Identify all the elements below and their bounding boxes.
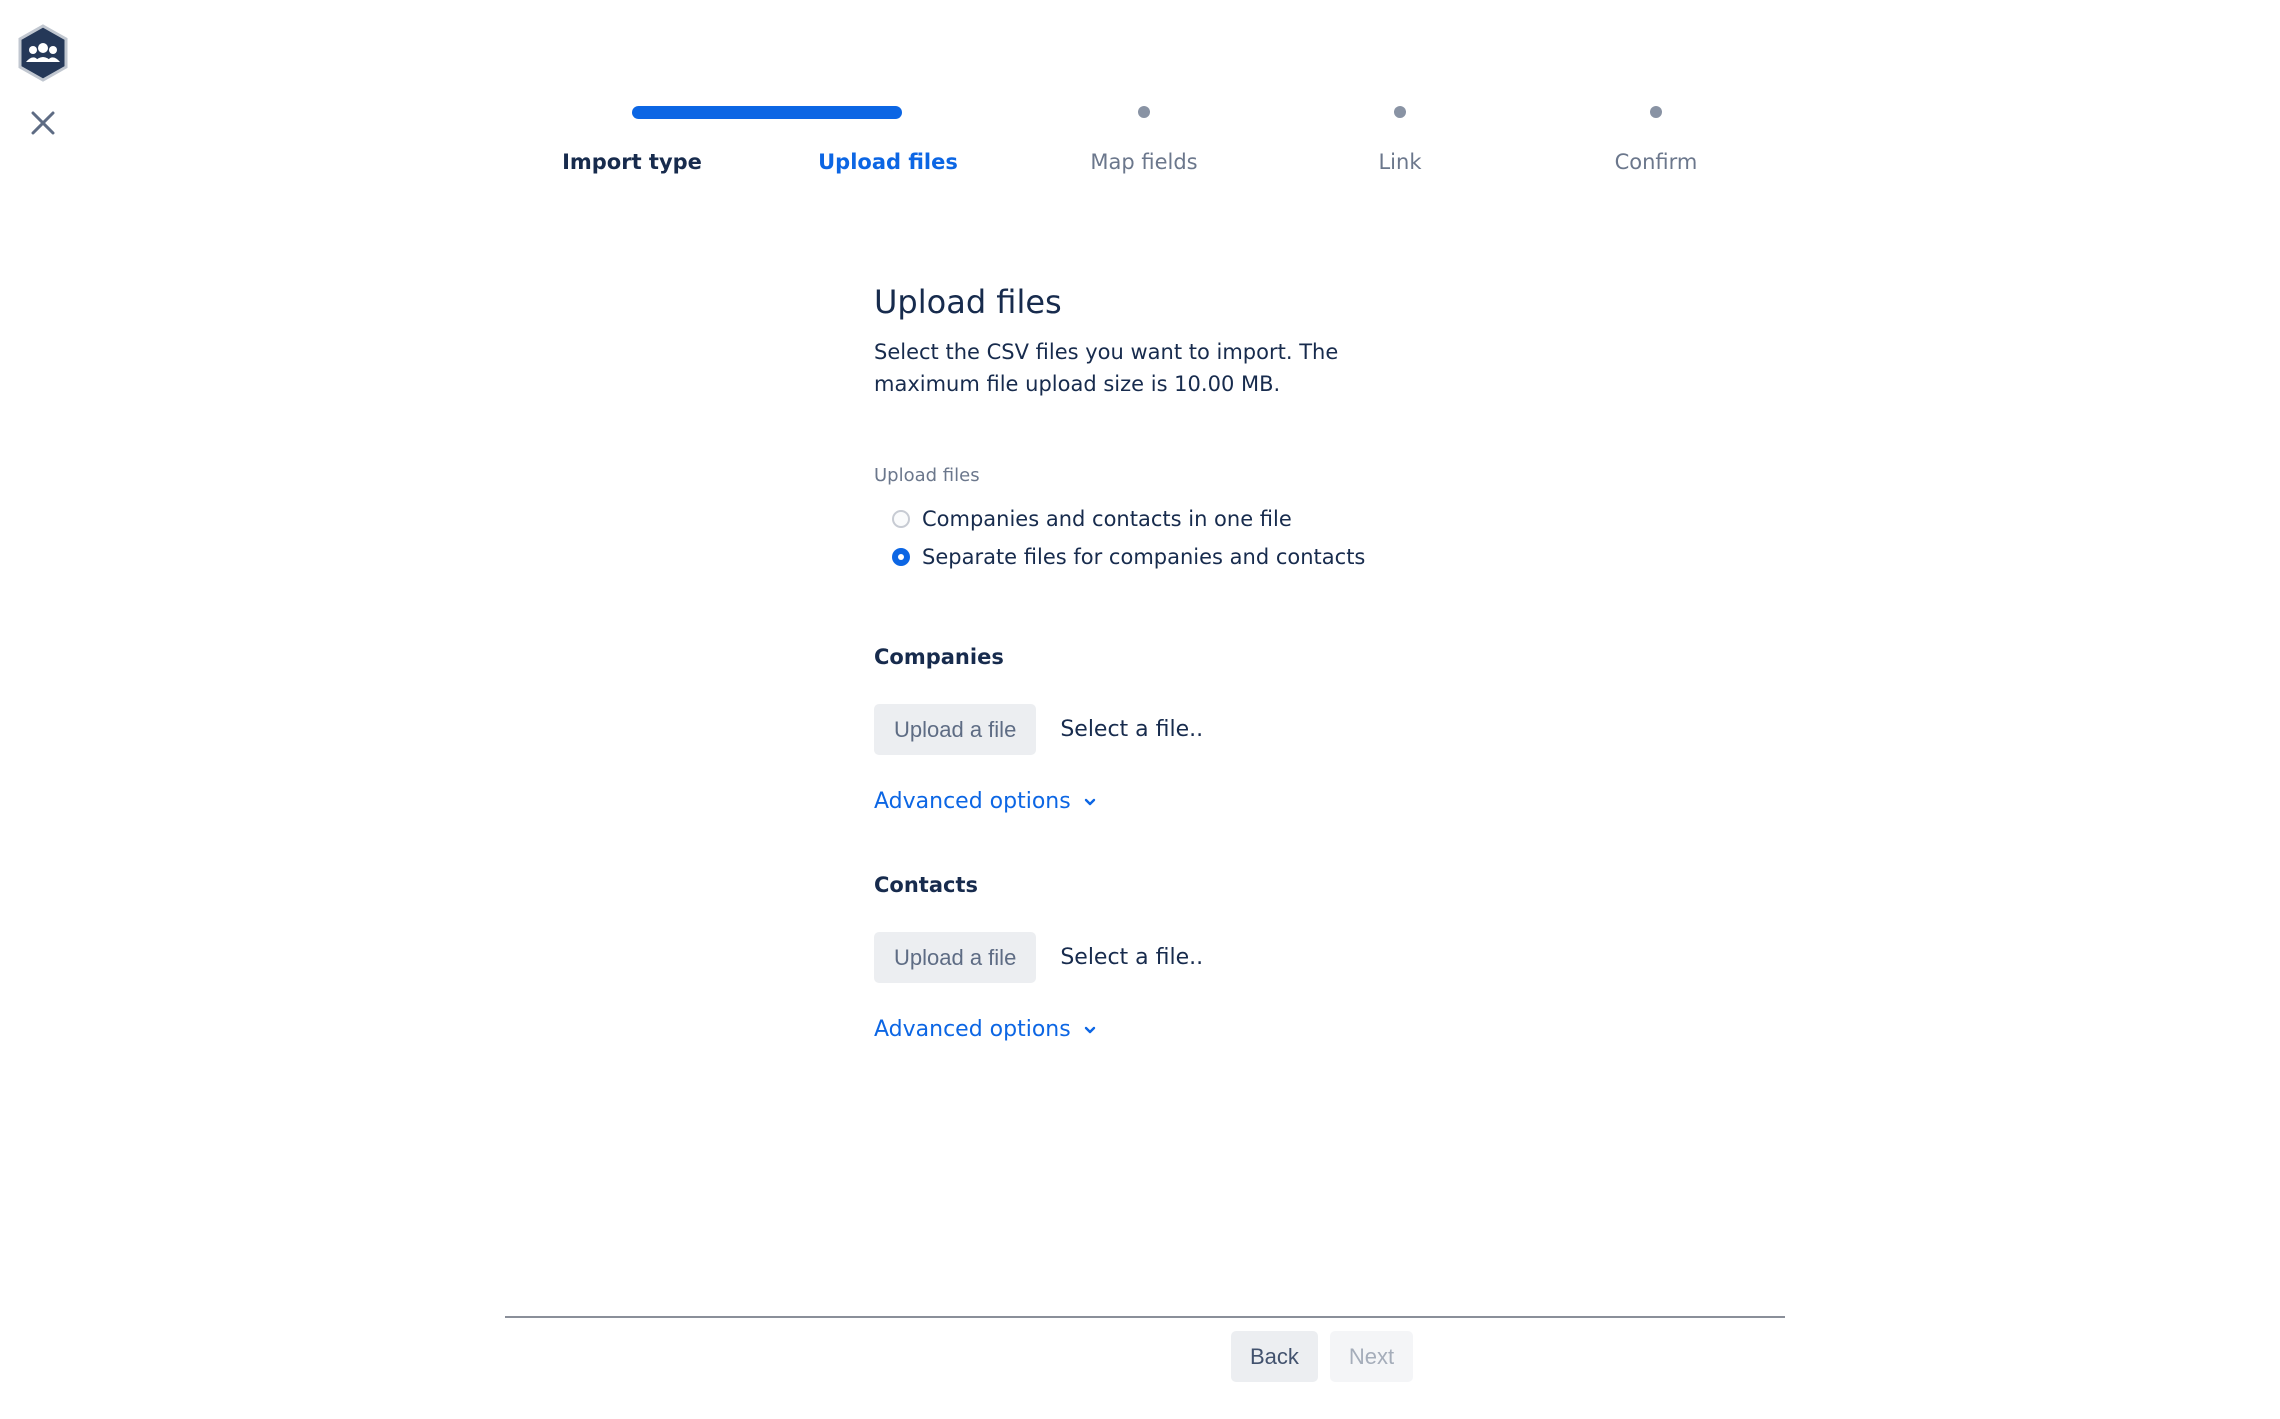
upload-mode-radio-group: Companies and contacts in one file Separ… [874, 500, 1574, 576]
tracker-dot [1394, 106, 1406, 118]
tracker-step-label: Import type [562, 150, 702, 174]
advanced-options-label: Advanced options [874, 789, 1071, 814]
radio-button[interactable] [892, 548, 910, 566]
chevron-down-icon [1084, 1026, 1095, 1033]
radio-one-file[interactable]: Companies and contacts in one file [892, 500, 1574, 538]
chevron-down-icon [1084, 798, 1095, 805]
tracker-step-map-fields: Map fields [1016, 100, 1272, 190]
upload-form: Upload files Select the CSV files you wa… [874, 278, 1574, 1042]
contacts-file-name: Select a file.. [1060, 945, 1204, 970]
import-wizard-page: Import type Upload files Map fields Link… [0, 0, 2280, 1419]
progress-bar [632, 106, 902, 119]
tracker-step-link: Link [1272, 100, 1528, 190]
team-hexagon-icon [14, 24, 72, 82]
progress-tracker: Import type Upload files Map fields Link… [504, 100, 1784, 190]
close-button[interactable] [24, 104, 62, 142]
close-icon [31, 111, 55, 135]
companies-advanced-options-link[interactable]: Advanced options [874, 789, 1097, 814]
footer-divider [505, 1316, 1785, 1318]
tracker-dot [1650, 106, 1662, 118]
radio-button[interactable] [892, 510, 910, 528]
radio-label: Companies and contacts in one file [922, 507, 1292, 531]
tracker-step-label: Confirm [1614, 150, 1698, 174]
radio-separate-files[interactable]: Separate files for companies and contact… [892, 538, 1574, 576]
back-button[interactable]: Back [1231, 1331, 1318, 1382]
page-title: Upload files [874, 283, 1062, 321]
advanced-options-label: Advanced options [874, 1017, 1071, 1042]
contacts-advanced-options-link[interactable]: Advanced options [874, 1017, 1097, 1042]
footer-actions: Back Next [1231, 1331, 1414, 1382]
tracker-step-label: Link [1378, 150, 1422, 174]
tracker-step-upload-files: Upload files [632, 100, 1016, 190]
radio-label: Separate files for companies and contact… [922, 545, 1366, 569]
tracker-dot [1138, 106, 1150, 118]
contacts-upload-button[interactable]: Upload a file [874, 932, 1037, 983]
contacts-upload-row: Upload a file Select a file.. [874, 932, 1574, 983]
next-button[interactable]: Next [1329, 1331, 1414, 1382]
companies-section-title: Companies [874, 645, 1004, 669]
companies-file-name: Select a file.. [1060, 717, 1204, 742]
tracker-step-label: Upload files [818, 150, 958, 174]
page-description: Select the CSV files you want to import.… [874, 340, 1339, 396]
tracker-step-label: Map fields [1090, 150, 1198, 174]
tracker-step-confirm: Confirm [1528, 100, 1784, 190]
companies-upload-button[interactable]: Upload a file [874, 704, 1037, 755]
companies-upload-row: Upload a file Select a file.. [874, 704, 1574, 755]
upload-mode-label: Upload files [874, 465, 980, 486]
contacts-section-title: Contacts [874, 873, 978, 897]
